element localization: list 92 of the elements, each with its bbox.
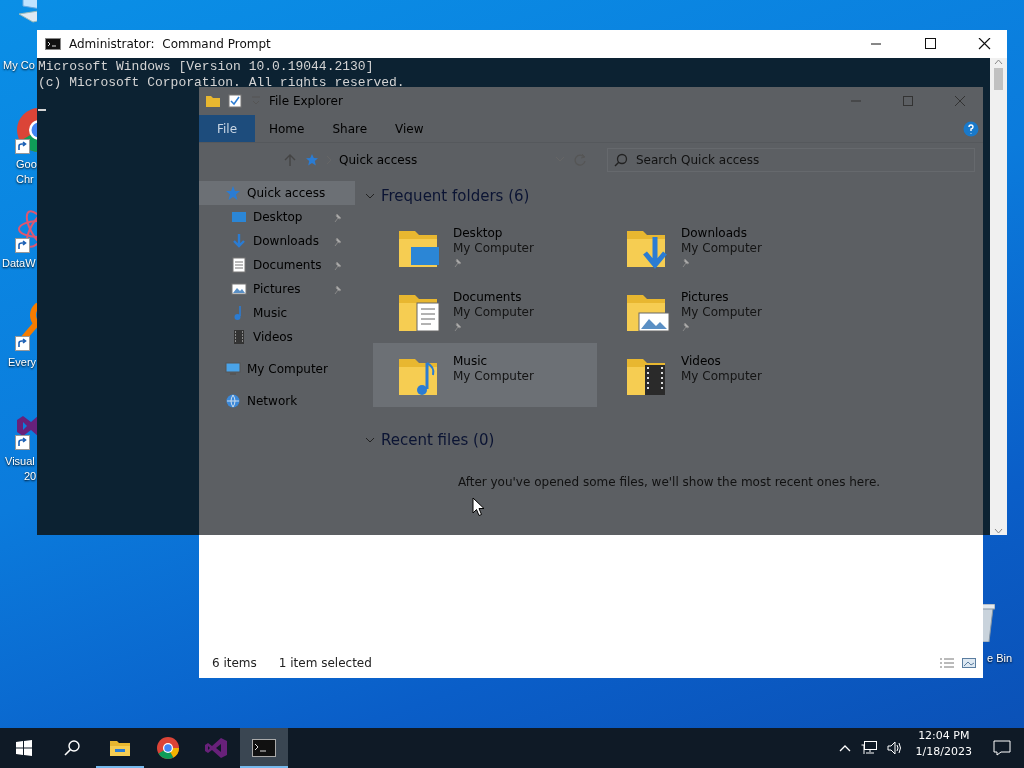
section-heading: Recent files (0): [381, 431, 495, 449]
file-menu-button[interactable]: File: [199, 115, 255, 142]
star-icon: [225, 185, 241, 201]
window-title: Administrator: Command Prompt: [69, 37, 272, 51]
network-icon: [225, 393, 241, 409]
ribbon-tab[interactable]: View: [381, 115, 438, 142]
search-icon: [64, 740, 80, 756]
nav-item[interactable]: Documents: [199, 253, 355, 277]
speaker-icon: [886, 741, 903, 755]
chrome-icon: [156, 736, 180, 760]
taskbar-app-button[interactable]: [240, 728, 288, 768]
scroll-thumb[interactable]: [994, 68, 1003, 90]
nav-item[interactable]: Videos: [199, 325, 355, 349]
folder-name: Downloads: [681, 226, 748, 240]
speech-bubble-icon: [993, 740, 1011, 756]
chevron-down-icon[interactable]: [365, 191, 375, 201]
maximize-icon: [900, 95, 916, 107]
nav-item[interactable]: Desktop: [199, 205, 355, 229]
section-heading: Frequent folders (6): [381, 187, 530, 205]
nav-item[interactable]: Pictures: [199, 277, 355, 301]
folder-name: Desktop: [453, 226, 504, 240]
close-icon: [952, 95, 968, 107]
icon-label: Goo: [16, 157, 37, 172]
up-arrow-icon[interactable]: [283, 152, 297, 168]
folder-tile[interactable]: Videos My Computer: [601, 343, 825, 407]
folder-location: My Computer: [453, 369, 534, 383]
ribbon-tab[interactable]: Share: [318, 115, 382, 142]
icon-label: DataW: [2, 256, 36, 271]
search-icon: [614, 153, 628, 167]
windows-logo-icon: [16, 740, 32, 756]
mouse-pointer-icon: [472, 497, 485, 517]
computer-icon: [225, 361, 241, 377]
icon-label: Chr: [16, 172, 34, 187]
icon-label: Every: [8, 355, 37, 370]
network-icon: [860, 741, 877, 755]
icon-label: 20: [24, 469, 37, 484]
nav-item[interactable]: My Computer: [199, 357, 355, 381]
properties-icon[interactable]: [227, 93, 243, 109]
folder-name: Music: [453, 354, 489, 368]
search-field[interactable]: Search Quick access: [607, 148, 975, 172]
nav-item[interactable]: Network: [199, 389, 355, 413]
address-bar[interactable]: Quick access: [305, 148, 565, 172]
maximize-icon: [922, 38, 938, 50]
nav-item[interactable]: Downloads: [199, 229, 355, 253]
chevron-up-icon: [838, 744, 851, 752]
selection-count: 1 item selected: [278, 656, 372, 670]
address-path: Quick access: [339, 153, 419, 167]
folder-icon: [109, 739, 131, 757]
ribbon-tab[interactable]: Home: [255, 115, 319, 142]
folder-name: Videos: [681, 354, 722, 368]
folder-tile[interactable]: Music My Computer: [373, 343, 597, 407]
chevron-down-icon[interactable]: [365, 435, 375, 445]
folder-name: Pictures: [681, 290, 730, 304]
folder-tile[interactable]: Downloads My Computer: [601, 215, 825, 279]
folder-location: My Computer: [681, 241, 762, 255]
document-icon: [231, 257, 247, 273]
picture-icon: [231, 281, 247, 297]
console-icon: [45, 38, 61, 50]
large-icons-view-icon[interactable]: [961, 657, 977, 669]
scroll-up-icon: [994, 58, 1003, 66]
folder-tile[interactable]: Documents My Computer: [373, 279, 597, 343]
folder-tile[interactable]: Desktop My Computer: [373, 215, 597, 279]
close-icon: [976, 38, 992, 50]
clock-button[interactable]: 12:04 PM 1/18/2023: [907, 728, 980, 768]
folder-icon: [205, 93, 221, 109]
download-arrow-icon: [231, 233, 247, 249]
help-icon[interactable]: [963, 120, 979, 137]
icon-label: e Bin: [987, 651, 1013, 666]
folder-location: My Computer: [681, 369, 762, 383]
film-icon: [231, 329, 247, 345]
folder-location: My Computer: [681, 305, 762, 319]
item-count: 6 items: [212, 656, 257, 670]
folder-location: My Computer: [453, 305, 534, 319]
console-line: Microsoft Windows [Version 10.0.19044.2130]: [38, 59, 374, 75]
scrollbar[interactable]: [990, 58, 1007, 535]
visual-studio-icon: [204, 736, 228, 760]
folder-location: My Computer: [453, 241, 534, 255]
console-icon: [252, 739, 276, 757]
recycle-bin-icon: [983, 604, 995, 642]
icon-label: My Co: [3, 58, 35, 73]
nav-item[interactable]: Quick access: [199, 181, 355, 205]
nav-item[interactable]: Music: [199, 301, 355, 325]
folder-tile[interactable]: Pictures My Computer: [601, 279, 825, 343]
empty-message: After you've opened some files, we'll show the most recent ones here.: [456, 474, 882, 489]
text-cursor: [38, 109, 46, 111]
scroll-down-icon: [994, 527, 1003, 535]
star-icon: [305, 153, 319, 167]
window-title: File Explorer: [269, 94, 344, 108]
desktop-folder-icon: [231, 209, 247, 225]
details-view-icon[interactable]: [939, 657, 955, 669]
folder-name: Documents: [453, 290, 523, 304]
icon-label: Visual: [5, 454, 35, 469]
